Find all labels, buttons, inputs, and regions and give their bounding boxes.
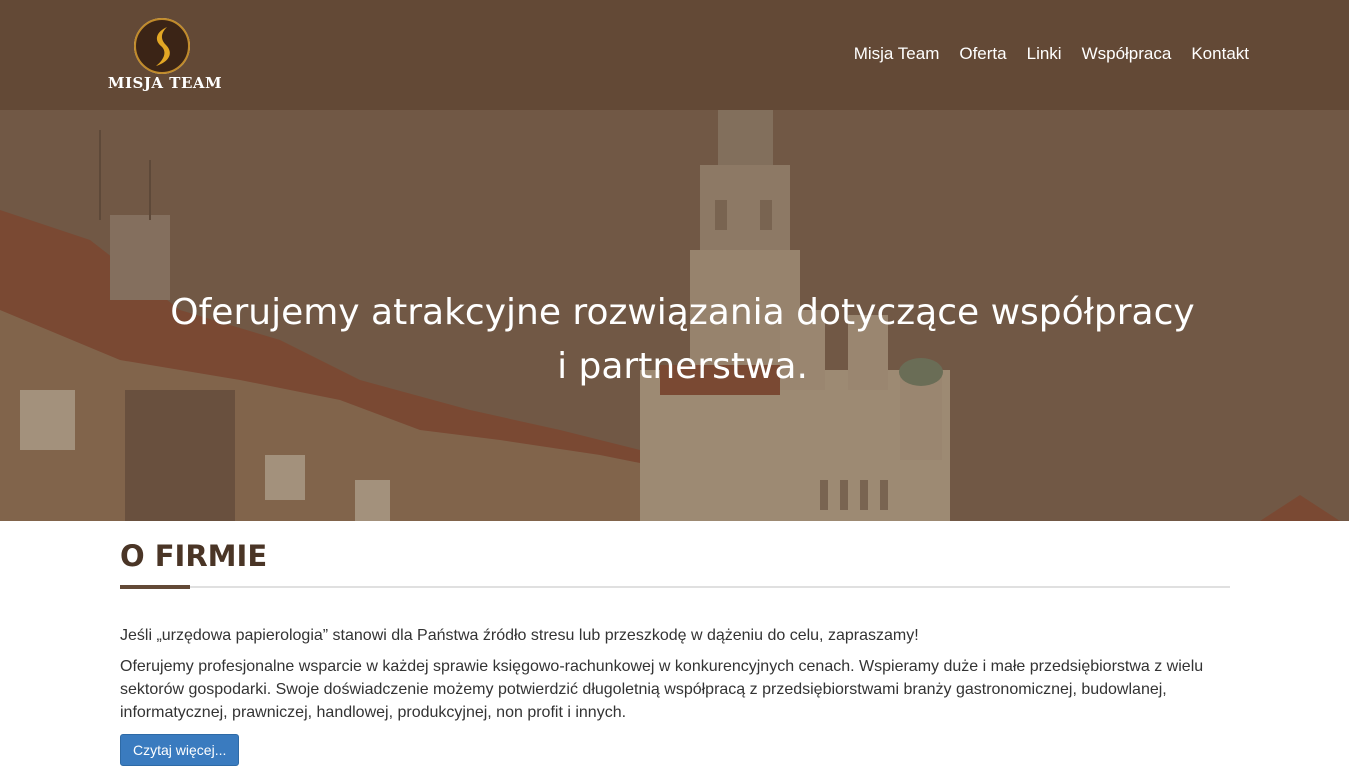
divider-accent [120,585,190,589]
main-nav: Misja Team Oferta Linki Współpraca Konta… [854,44,1249,64]
section-title: O FIRMIE [120,539,268,573]
section-divider [120,585,1230,589]
logo[interactable]: MISJA TEAM [104,18,226,94]
nav-item-linki[interactable]: Linki [1027,44,1062,64]
hero-title: Oferujemy atrakcyjne rozwiązania dotyczą… [170,292,1195,388]
s-flame-logo-icon [134,18,190,74]
nav-item-wspolpraca[interactable]: Współpraca [1082,44,1172,64]
nav-item-misja-team[interactable]: Misja Team [854,44,940,64]
about-paragraph-2: Oferujemy profesjonalne wsparcie w każde… [120,658,1204,721]
site-header: MISJA TEAM Misja Team Oferta Linki Współ… [0,0,1349,110]
brand-name: MISJA TEAM [107,74,223,92]
divider-line [120,586,1230,588]
nav-item-kontakt[interactable]: Kontakt [1191,44,1249,64]
hero-banner: Oferujemy atrakcyjne rozwiązania dotyczą… [0,110,1349,521]
about-paragraph-1: Jeśli „urzędowa papierologia” stanowi dl… [120,627,919,644]
nav-item-oferta[interactable]: Oferta [959,44,1006,64]
read-more-button[interactable]: Czytaj więcej... [120,734,240,766]
about-section: O FIRMIE Jeśli „urzędowa papierologia” s… [120,521,1230,766]
